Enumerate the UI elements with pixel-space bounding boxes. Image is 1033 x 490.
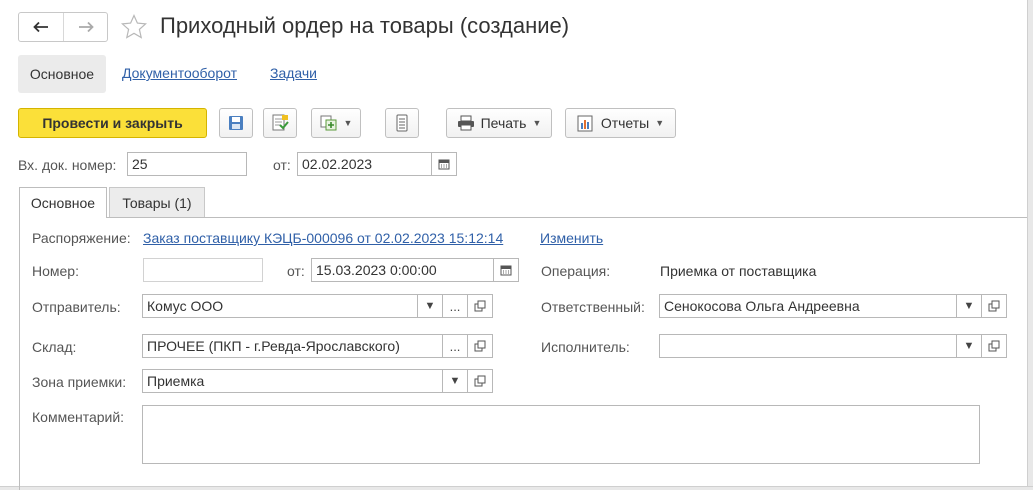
chevron-down-icon: ▼ — [343, 118, 353, 128]
page-title: Приходный ордер на товары (создание) — [160, 13, 570, 38]
ellipsis-icon: ... — [449, 338, 461, 354]
order-label: Распоряжение: — [32, 230, 131, 246]
save-button[interactable] — [219, 108, 253, 138]
tab-divider — [19, 217, 1027, 218]
executor-input[interactable] — [659, 334, 957, 358]
favorite-button[interactable] — [120, 13, 148, 41]
executor-dropdown-button[interactable]: ▼ — [956, 334, 982, 358]
warehouse-label: Склад: — [32, 339, 77, 355]
number-label: Номер: — [32, 263, 79, 279]
post-and-close-button[interactable]: Провести и закрыть — [18, 108, 207, 138]
open-link-icon — [988, 300, 1000, 312]
operation-label: Операция: — [541, 263, 611, 279]
comment-textarea[interactable] — [142, 405, 980, 464]
executor-open-button[interactable] — [981, 334, 1007, 358]
sender-dropdown-button[interactable]: ▼ — [417, 294, 443, 318]
chevron-down-icon: ▼ — [532, 118, 542, 128]
date-input[interactable]: 15.03.2023 0:00:00 — [311, 258, 494, 282]
back-button[interactable] — [19, 13, 63, 41]
floppy-disk-icon — [229, 116, 243, 130]
incoming-date-label: от: — [273, 157, 291, 173]
document-journal-button[interactable] — [385, 108, 419, 138]
incoming-date-input[interactable]: 02.02.2023 — [297, 152, 432, 176]
chevron-down-icon: ▼ — [963, 300, 975, 312]
arrow-left-icon — [33, 21, 48, 33]
number-input — [143, 258, 263, 282]
zone-input[interactable]: Приемка — [142, 369, 443, 393]
date-label: от: — [287, 263, 305, 279]
arrow-right-icon — [78, 21, 94, 33]
chevron-down-icon: ▼ — [963, 340, 975, 352]
chevron-down-icon: ▼ — [424, 300, 436, 312]
top-tab-docflow[interactable]: Документооборот — [122, 65, 237, 81]
executor-label: Исполнитель: — [541, 339, 630, 355]
incoming-number-input[interactable]: 25 — [127, 152, 247, 176]
zone-open-button[interactable] — [467, 369, 493, 393]
calendar-icon — [500, 265, 512, 276]
incoming-number-label: Вх. док. номер: — [18, 157, 117, 173]
star-icon — [120, 14, 148, 39]
zone-label: Зона приемки: — [32, 374, 127, 390]
list-icon — [396, 114, 408, 132]
window-frame-right — [1027, 0, 1033, 490]
top-tab-main[interactable]: Основное — [18, 55, 106, 93]
sender-open-button[interactable] — [467, 294, 493, 318]
responsible-label: Ответственный: — [541, 299, 645, 315]
window-frame-bottom — [0, 486, 1033, 490]
sender-input[interactable]: Комус ООО — [142, 294, 418, 318]
warehouse-select-button[interactable]: ... — [442, 334, 468, 358]
operation-value: Приемка от поставщика — [660, 263, 817, 279]
sender-select-button[interactable]: ... — [442, 294, 468, 318]
responsible-dropdown-button[interactable]: ▼ — [956, 294, 982, 318]
nav-buttons — [18, 12, 108, 42]
print-button-label: Печать — [480, 115, 527, 131]
print-button[interactable]: Печать ▼ — [446, 108, 552, 138]
create-based-on-button[interactable]: ▼ — [311, 108, 361, 138]
open-link-icon — [474, 375, 486, 387]
zone-dropdown-button[interactable]: ▼ — [442, 369, 468, 393]
date-calendar-button[interactable] — [493, 258, 519, 282]
reports-button[interactable]: Отчеты ▼ — [565, 108, 676, 138]
open-link-icon — [474, 340, 486, 352]
post-button[interactable] — [263, 108, 297, 138]
calendar-button[interactable] — [431, 152, 457, 176]
reports-button-label: Отчеты — [600, 115, 650, 131]
top-tab-tasks[interactable]: Задачи — [270, 65, 317, 81]
reports-icon — [577, 115, 593, 132]
tab-main[interactable]: Основное — [19, 187, 107, 218]
tab-panel-border — [19, 217, 20, 490]
tab-goods[interactable]: Товары (1) — [109, 187, 205, 217]
change-order-link[interactable]: Изменить — [540, 230, 603, 246]
warehouse-input[interactable]: ПРОЧЕЕ (ПКП - г.Ревда-Ярославского) — [142, 334, 443, 358]
chevron-down-icon: ▼ — [655, 118, 665, 128]
responsible-input[interactable]: Сенокосова Ольга Андреевна — [659, 294, 957, 318]
forward-button[interactable] — [63, 13, 107, 41]
open-link-icon — [988, 340, 1000, 352]
responsible-open-button[interactable] — [981, 294, 1007, 318]
post-document-icon — [272, 114, 289, 131]
chevron-down-icon: ▼ — [449, 375, 461, 387]
ellipsis-icon: ... — [449, 298, 461, 314]
warehouse-open-button[interactable] — [467, 334, 493, 358]
open-link-icon — [474, 300, 486, 312]
order-link[interactable]: Заказ поставщику КЭЦБ-000096 от 02.02.20… — [143, 230, 503, 246]
comment-label: Комментарий: — [32, 409, 125, 425]
calendar-icon — [438, 159, 450, 170]
printer-icon — [457, 115, 474, 131]
sender-label: Отправитель: — [32, 299, 121, 315]
create-based-on-icon — [320, 115, 337, 131]
